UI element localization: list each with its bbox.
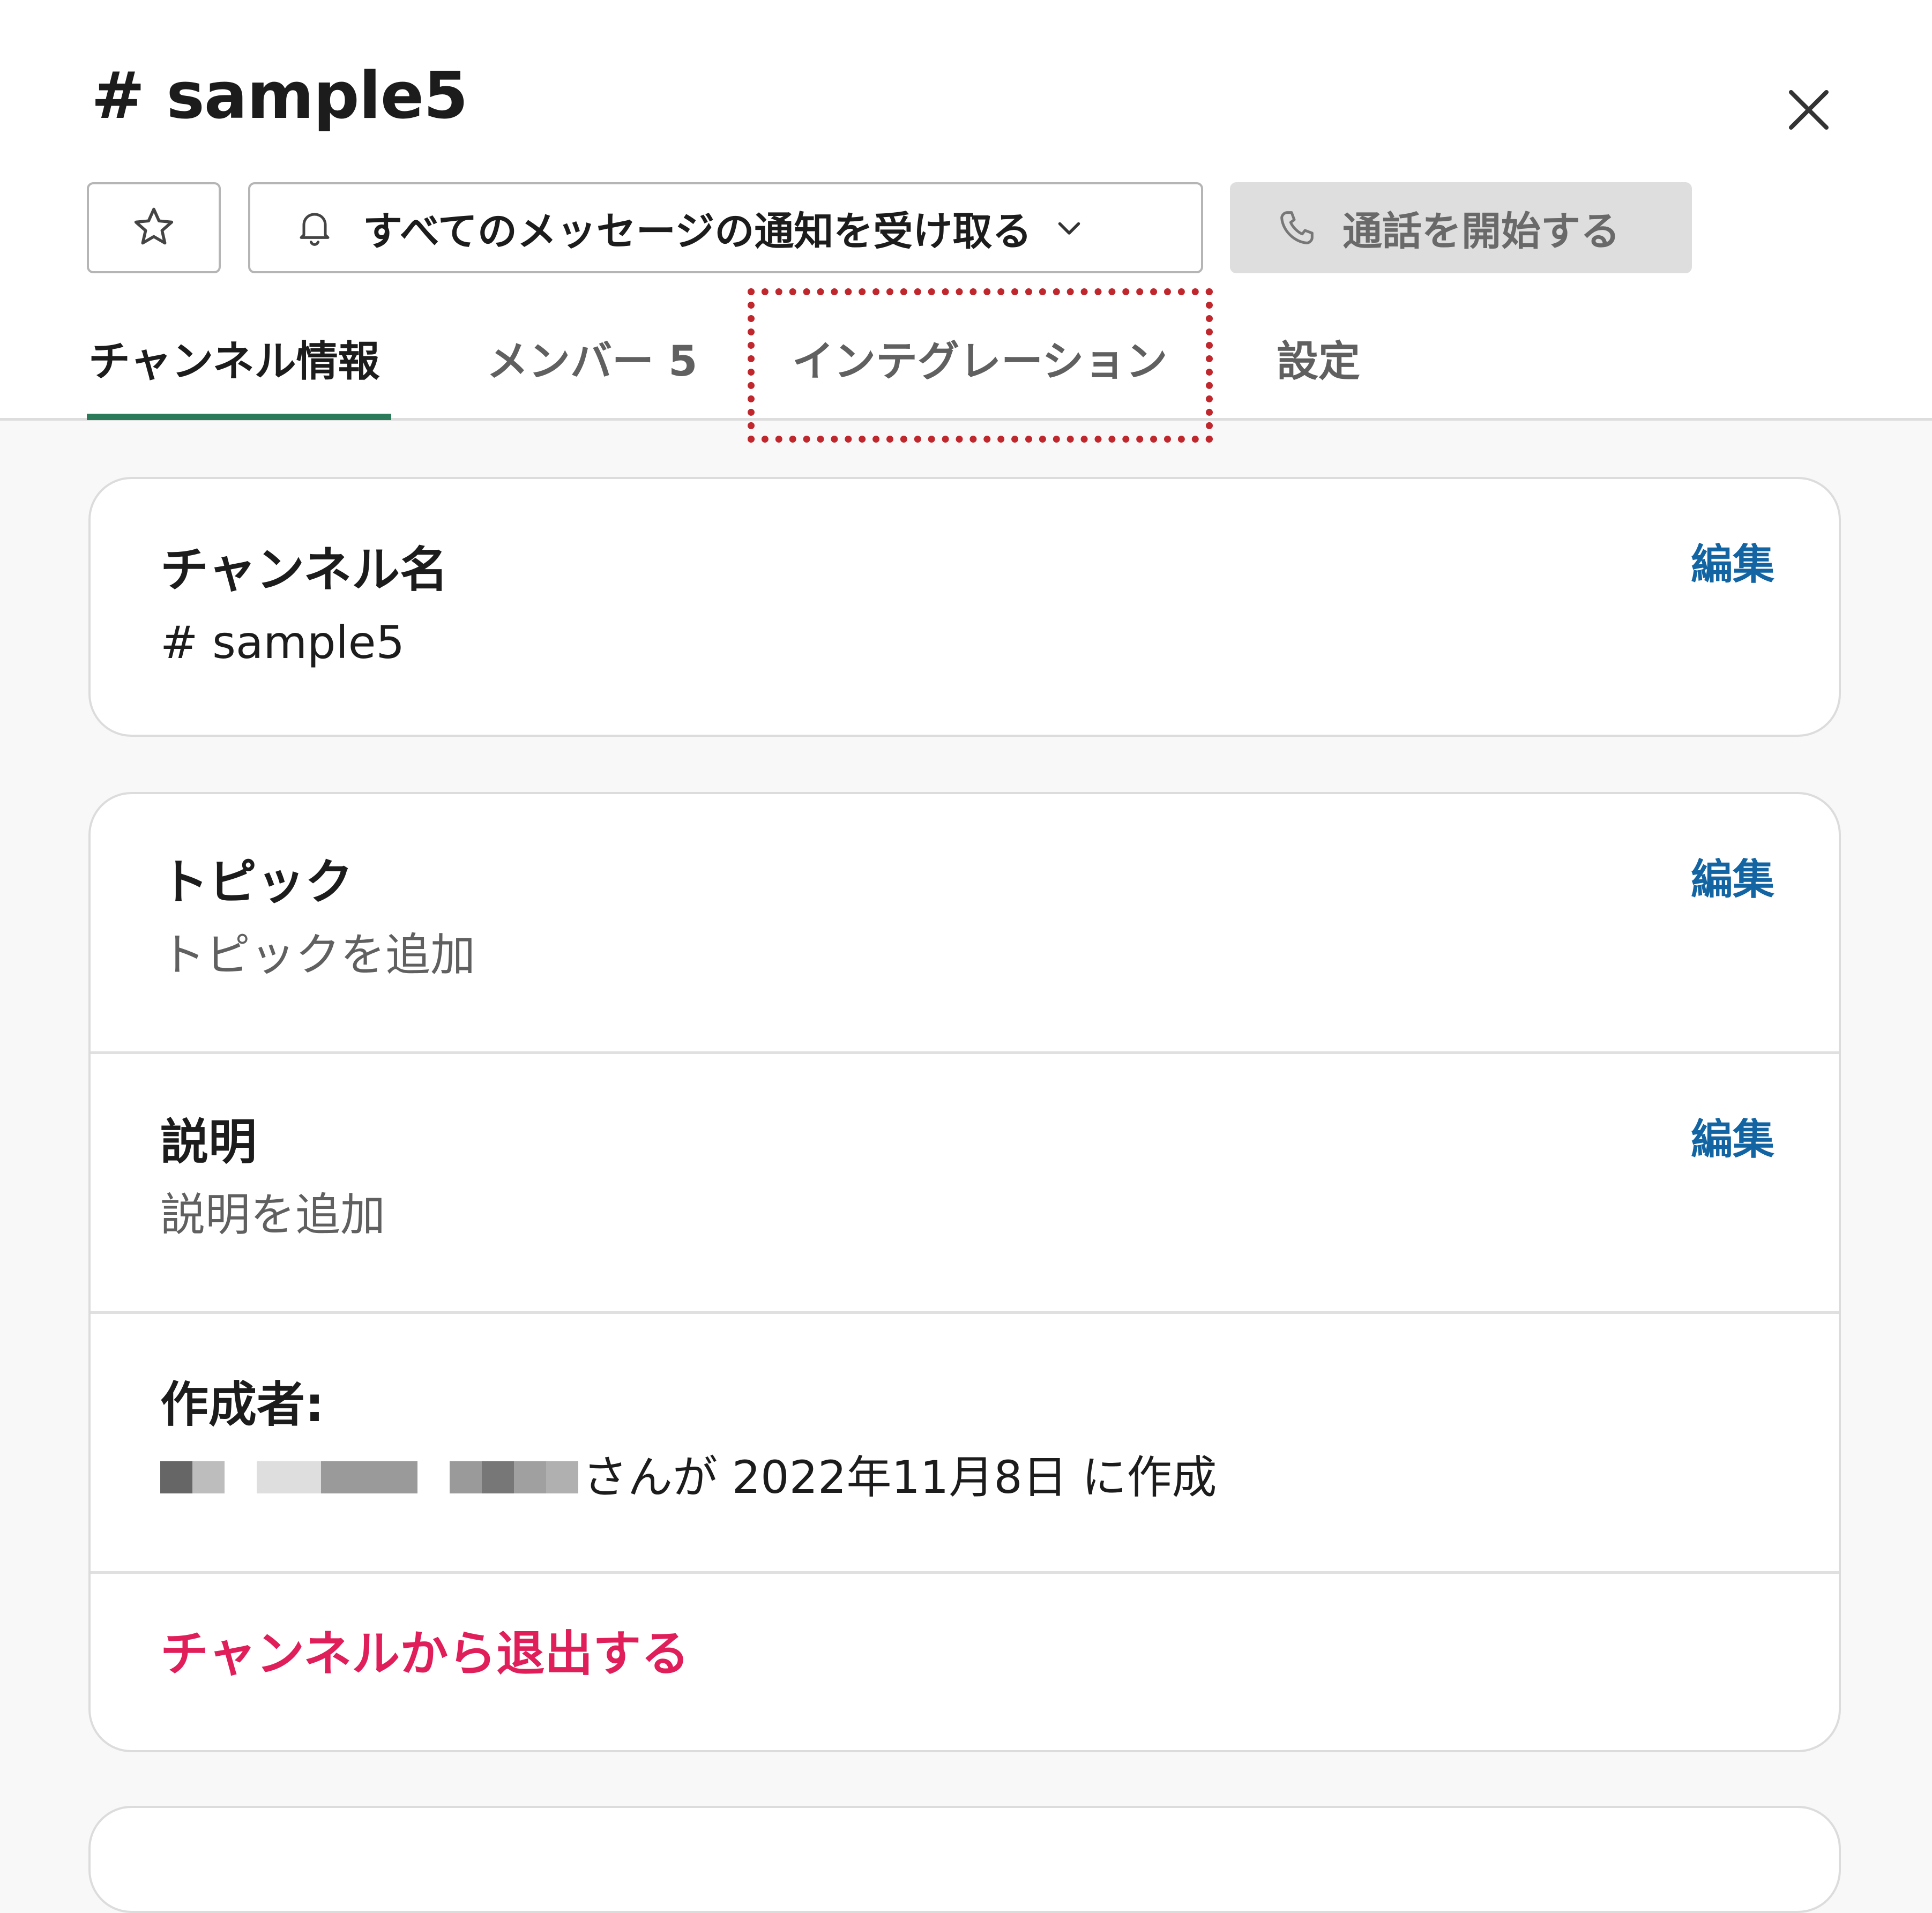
redacted-creator-name <box>160 1461 578 1494</box>
leave-section: チャンネルから退出する <box>91 1571 1839 1750</box>
channel-name-label: チャンネル名 <box>160 542 449 598</box>
close-button[interactable] <box>1769 70 1849 150</box>
integration-tab-highlight <box>748 288 1213 443</box>
start-call-button[interactable]: 通話を開始する <box>1230 182 1692 273</box>
phone-icon <box>1280 211 1314 244</box>
notification-settings-button[interactable]: すべてのメッセージの通知を受け取る <box>248 182 1203 273</box>
creator-section: 作成者: さんが 2022年11月8日 に作成 <box>91 1311 1839 1571</box>
notification-setting-label: すべてのメッセージの通知を受け取る <box>363 208 1032 255</box>
edit-channel-name-link[interactable]: 編集 <box>1691 533 1774 597</box>
star-icon <box>134 207 174 245</box>
active-tab-indicator <box>87 414 391 420</box>
channel-name-card: チャンネル名 # sample5 編集 <box>88 477 1841 737</box>
description-section: 説明 説明を追加 編集 <box>91 1051 1839 1311</box>
channel-title: # sample5 <box>91 59 468 133</box>
edit-description-link[interactable]: 編集 <box>1691 1108 1774 1172</box>
description-value: 説明を追加 <box>160 1189 386 1241</box>
description-label: 説明 <box>160 1114 257 1170</box>
topic-section: トピック トピックを追加 編集 <box>91 794 1839 1051</box>
next-card-partial <box>88 1806 1841 1913</box>
star-button[interactable] <box>87 182 221 273</box>
close-icon <box>1789 90 1829 130</box>
topic-value: トピックを追加 <box>160 929 476 981</box>
edit-topic-link[interactable]: 編集 <box>1691 848 1774 912</box>
leave-channel-link[interactable]: チャンネルから退出する <box>160 1622 689 1686</box>
creator-label: 作成者: <box>160 1377 324 1433</box>
creator-date-text: さんが 2022年11月8日 に作成 <box>583 1451 1217 1504</box>
channel-name-section: チャンネル名 # sample5 編集 <box>91 479 1839 735</box>
channel-name-value: # sample5 <box>160 616 405 669</box>
start-call-label: 通話を開始する <box>1342 208 1620 255</box>
topic-label: トピック <box>160 854 353 910</box>
tab-settings[interactable]: 設定 <box>1277 330 1360 394</box>
chevron-down-icon <box>1058 222 1080 235</box>
creator-value: さんが 2022年11月8日 に作成 <box>160 1445 1217 1510</box>
tab-members[interactable]: メンバー 5 <box>487 330 697 394</box>
channel-details-card: トピック トピックを追加 編集 説明 説明を追加 編集 作成者: さんが 202… <box>88 792 1841 1752</box>
bell-icon <box>300 213 330 246</box>
tab-channel-info[interactable]: チャンネル情報 <box>88 330 380 394</box>
